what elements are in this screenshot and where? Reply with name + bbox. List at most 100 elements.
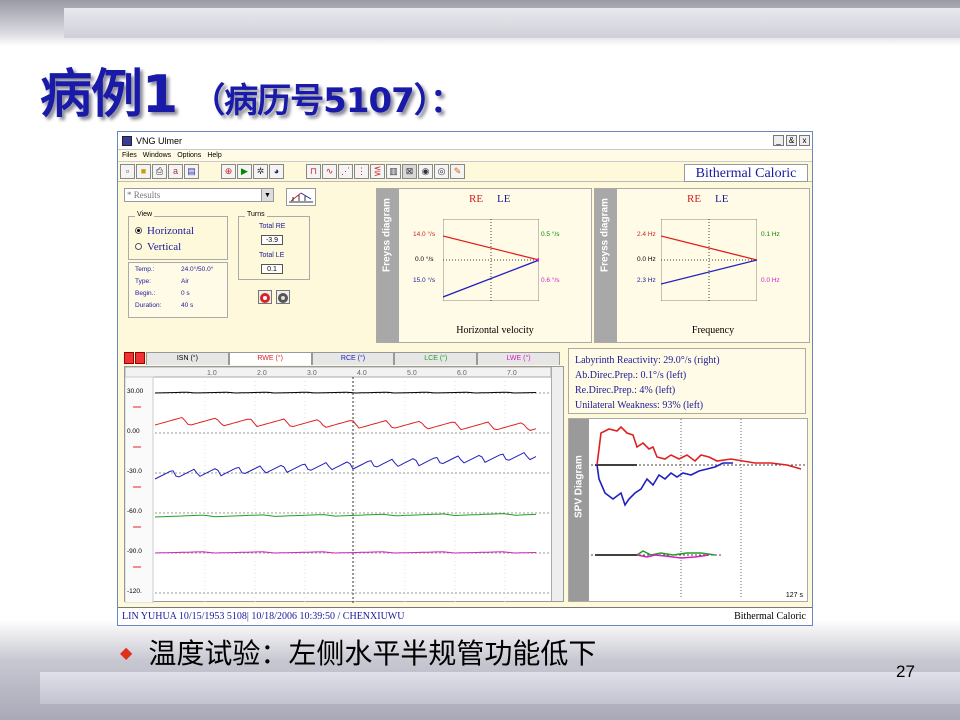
record-red-icon[interactable] [258, 290, 272, 304]
lce-trace [154, 513, 537, 518]
tab-rce[interactable]: RCE (°) [311, 352, 395, 365]
info-key: Duration: [135, 302, 162, 309]
total-re-value: -3.9 [261, 235, 283, 245]
page-number: 27 [896, 662, 915, 681]
arrow-up-icon[interactable] [124, 352, 134, 364]
time-tick-label: 5.0 [407, 370, 417, 377]
menu-help[interactable]: Help [207, 152, 221, 159]
tracing-scrollbar[interactable] [551, 367, 563, 601]
isn-trace [154, 391, 537, 394]
eye-tracing-chart: 1.0 2.0 3.0 4.0 5.0 6.0 7.0 30.00 0.00 -30.0 -60.0… [125, 367, 551, 603]
print-icon[interactable]: ⎙ [152, 164, 167, 179]
channel-tabs: ISN (°) RWE (°) RCE (°) LCE (°) LWE (°) [124, 352, 560, 366]
pursuit-test-icon[interactable]: ∿ [322, 164, 337, 179]
radio-vertical-label: Vertical [147, 241, 182, 253]
info-key: Begin.: [135, 290, 156, 297]
le-label: LE [497, 193, 511, 205]
results-chart-icon[interactable] [286, 188, 316, 206]
target-icon[interactable]: ⊕ [221, 164, 236, 179]
velocity-diagram [443, 219, 539, 301]
lwe-trace [154, 551, 537, 554]
restore-button[interactable]: & [786, 135, 797, 146]
frequency-diagram [661, 219, 757, 301]
time-ruler [125, 367, 551, 378]
chevron-down-icon[interactable]: ▼ [261, 189, 273, 201]
total-le-label: Total LE [259, 252, 285, 259]
freq-right-top: 0.1 Hz [761, 231, 780, 238]
y-tick-label: 0.00 [127, 428, 140, 435]
menu-windows[interactable]: Windows [143, 152, 171, 159]
info-value: Air [181, 278, 189, 285]
tab-lwe[interactable]: LWE (°) [477, 352, 560, 365]
minimize-button[interactable]: _ [773, 135, 784, 146]
okn-test-icon[interactable]: ⋚ [370, 164, 385, 179]
spv-side-label: SPV Diagram [573, 455, 585, 518]
freyss-side-bar: Freyss diagram [595, 189, 617, 342]
vel-right-top: 0.5 °/s [541, 231, 560, 238]
tab-rwe[interactable]: RWE (°) [228, 352, 312, 365]
tools-icon[interactable]: a [168, 164, 183, 179]
info-key: Temp.: [135, 266, 155, 273]
caloric-test-icon[interactable]: ⊠ [402, 164, 417, 179]
new-file-icon[interactable]: ▫ [120, 164, 135, 179]
turns-legend: Turns [245, 211, 267, 218]
head-shake-icon[interactable]: ▥ [386, 164, 401, 179]
freyss-side-label: Freyss diagram [381, 197, 393, 272]
window-title: VNG Ulmer [136, 135, 183, 146]
info-value: 40 s [181, 302, 194, 309]
bottom-decor-band-inner [40, 672, 960, 704]
tab-isn[interactable]: ISN (°) [146, 352, 229, 365]
re-label: RE [469, 193, 484, 205]
record-icon[interactable]: ◉ [418, 164, 433, 179]
view-group: View Horizontal Vertical [128, 211, 228, 260]
freq-left-mid: 0.0 Hz [637, 256, 656, 263]
notes-icon[interactable]: ▤ [184, 164, 199, 179]
spv-side-bar: SPV Diagram [569, 419, 589, 601]
re-label: RE [687, 193, 702, 205]
time-tick-label: 1.0 [207, 370, 217, 377]
le-label: LE [715, 193, 729, 205]
y-tick-label: -120. [127, 588, 142, 595]
re-direc-prep: Re.Direc.Prep.: 4% (left) [575, 385, 676, 396]
saccade-test-icon[interactable]: ⊓ [306, 164, 321, 179]
freq-right-bot: 0.0 Hz [761, 277, 780, 284]
y-tick-label: 30.00 [127, 388, 144, 395]
play-icon[interactable]: ▶ [237, 164, 252, 179]
patient-info: LIN YUHUA 10/15/1953 5108| 10/18/2006 10… [122, 611, 405, 622]
gaze-test-icon[interactable]: ⋰ [338, 164, 353, 179]
positional-test-icon[interactable]: ⋮ [354, 164, 369, 179]
unilateral-weakness: Unilateral Weakness: 93% (left) [575, 400, 704, 411]
freyss-side-label: Freyss diagram [599, 197, 611, 272]
time-tick-label: 3.0 [307, 370, 317, 377]
menu-options[interactable]: Options [177, 152, 201, 159]
arrow-down-icon[interactable] [135, 352, 145, 364]
ab-direc-prep: Ab.Direc.Prep.: 0.1°/s (left) [575, 370, 687, 381]
grid-icon[interactable]: ✲ [253, 164, 268, 179]
open-folder-icon[interactable]: ■ [136, 164, 151, 179]
freyss-frequency-panel: Freyss diagram RE LE 2.4 Hz 0.0 Hz 2.3 H… [594, 188, 810, 343]
bullet-text: 温度试验：左侧水平半规管功能低下 [148, 637, 597, 670]
labyrinth-reactivity: Labyrinth Reactivity: 29.0°/s (right) [575, 355, 720, 366]
turns-group: Turns Total RE -3.9 Total LE 0.1 [238, 211, 310, 280]
info-value: 24.0°/50.0° [181, 266, 214, 273]
pen-icon[interactable]: ✎ [450, 164, 465, 179]
close-button[interactable]: x [799, 135, 810, 146]
settings-dial-icon[interactable] [276, 290, 290, 304]
slide: 病例1 （病历号5107）： VNG Ulmer _ & x Files Wind… [0, 0, 960, 720]
y-tick-label: -60.0 [127, 508, 142, 515]
radio-on-icon [135, 227, 142, 234]
info-key: Type: [135, 278, 151, 285]
app-window: VNG Ulmer _ & x Files Windows Options He… [117, 131, 813, 626]
view-legend: View [135, 211, 155, 218]
freyss-side-bar: Freyss diagram [377, 189, 399, 342]
radio-horizontal-label: Horizontal [147, 225, 195, 237]
eye-icon[interactable]: ◎ [434, 164, 449, 179]
radio-horizontal[interactable]: Horizontal [135, 225, 194, 237]
bullet-point: ◆ 温度试验：左侧水平半规管功能低下 [120, 632, 596, 672]
menu-files[interactable]: Files [122, 152, 137, 159]
results-select[interactable]: * Results ▼ [124, 188, 274, 202]
tab-lce[interactable]: LCE (°) [394, 352, 478, 365]
camera-icon[interactable]: ◕ [269, 164, 284, 179]
radio-vertical[interactable]: Vertical [135, 241, 181, 253]
rce-trace [154, 451, 537, 480]
